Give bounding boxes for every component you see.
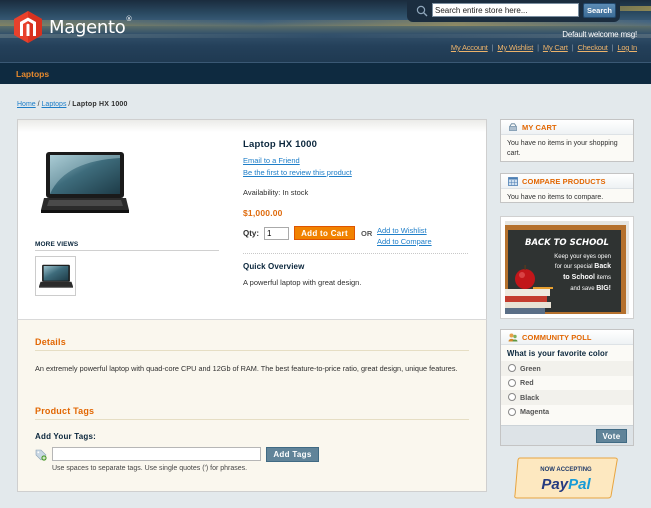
details-text: An extremely powerful laptop with quad-c… (35, 364, 458, 373)
paypal-logo-text: PayPal (541, 476, 591, 493)
tags-input[interactable] (52, 447, 261, 461)
community-poll-block: COMMUNITY POLL What is your favorite col… (500, 329, 634, 446)
banner-line: to School items (563, 274, 611, 281)
search-bar: Search (407, 0, 620, 22)
thumbnail-image (38, 264, 73, 288)
block-title: MY CART (522, 122, 557, 132)
product-name: Laptop HX 1000 (243, 139, 318, 150)
site-header: Magento® Search Default welcome msg! My … (0, 0, 651, 62)
banner-line: Keep your eyes open (554, 254, 611, 260)
poll-option-label: Black (520, 392, 540, 402)
breadcrumb: Home / Laptops / Laptop HX 1000 (17, 101, 128, 108)
qty-input[interactable] (264, 227, 289, 240)
divider (243, 253, 468, 254)
vote-button[interactable]: Vote (596, 429, 627, 443)
mini-cart-block: MY CART You have no items in your shoppi… (500, 119, 634, 162)
separator: | (571, 43, 574, 52)
breadcrumb-home[interactable]: Home (17, 101, 36, 108)
compare-products-block: COMPARE PRODUCTS You have no items to co… (500, 173, 634, 203)
poll-option-green[interactable]: Green (501, 361, 633, 376)
email-to-friend-link[interactable]: Email to a Friend (243, 156, 300, 165)
banner-heading: BACK TO SCHOOL (525, 238, 609, 248)
search-icon (416, 5, 428, 17)
paypal-tagline: NOW ACCEPTING (540, 467, 592, 473)
separator: | (537, 43, 539, 52)
block-title: COMMUNITY POLL (522, 332, 592, 342)
search-input[interactable] (432, 3, 579, 17)
poll-option-label: Magenta (520, 407, 550, 417)
compare-icon (508, 176, 518, 186)
block-header: COMMUNITY POLL (501, 330, 633, 345)
separator: | (491, 43, 494, 52)
my-account-link[interactable]: My Account (451, 43, 488, 52)
breadcrumb-category[interactable]: Laptops (42, 101, 67, 108)
checkout-link[interactable]: Checkout (578, 43, 608, 52)
banner-line: for our special Back (555, 263, 611, 270)
block-header: COMPARE PRODUCTS (501, 174, 633, 189)
add-tags-button[interactable]: Add Tags (266, 447, 319, 462)
poll-option-red[interactable]: Red (501, 376, 633, 391)
poll-actions: Vote (501, 425, 633, 445)
main-nav: Laptops (0, 62, 651, 84)
account-links: My Account | My Wishlist | My Cart | Checko… (451, 43, 637, 52)
product-thumbnail[interactable] (35, 256, 76, 296)
paypal-badge[interactable]: NOW ACCEPTING PayPal (514, 457, 618, 499)
product-essential: MORE VIEWS Laptop HX 1000 Email to a Fri… (17, 119, 487, 319)
write-review-link[interactable]: Be the first to review this product (243, 168, 352, 177)
poll-option-magenta[interactable]: Magenta (501, 405, 633, 420)
tag-add-icon (35, 449, 47, 461)
separator: | (611, 43, 614, 52)
logo[interactable]: Magento® (14, 11, 132, 43)
add-to-cart-button[interactable]: Add to Cart (294, 226, 355, 240)
logo-text: Magento® (49, 14, 133, 38)
nav-item-laptops[interactable]: Laptops (16, 69, 49, 79)
quick-overview-heading: Quick Overview (243, 262, 305, 271)
add-to-compare-link[interactable]: Add to Compare (377, 237, 432, 246)
tags-hint: Use spaces to separate tags. Use single … (52, 465, 248, 472)
details-heading: Details (35, 337, 469, 351)
back-to-school-banner[interactable]: BACK TO SCHOOL Keep your eyes open for o… (500, 216, 634, 319)
my-cart-link[interactable]: My Cart (543, 43, 568, 52)
poll-option-label: Red (520, 378, 534, 388)
welcome-message: Default welcome msg! (562, 30, 637, 39)
banner-image: BACK TO SCHOOL Keep your eyes open for o… (505, 221, 629, 314)
availability-status: Availability: In stock (243, 188, 309, 197)
poll-options: Green Red Black Magenta (501, 361, 633, 419)
product-tags-heading: Product Tags (35, 406, 469, 420)
quick-overview-text: A powerful laptop with great design. (243, 278, 362, 287)
poll-users-icon (508, 333, 518, 341)
cart-empty-message: You have no items in your shopping cart. (507, 140, 618, 157)
radio-button[interactable] (508, 364, 516, 373)
product-price: $1,000.00 (243, 208, 283, 218)
block-header: MY CART (501, 120, 633, 135)
qty-label: Qty: (243, 229, 259, 238)
add-tags-label: Add Your Tags: (35, 432, 97, 441)
compare-empty-message: You have no items to compare. (507, 194, 604, 201)
banner-line: and save BIG! (570, 285, 611, 292)
radio-button[interactable] (508, 407, 516, 416)
product-collateral: Details An extremely powerful laptop wit… (17, 319, 487, 492)
poll-option-black[interactable]: Black (501, 390, 633, 405)
add-to-wishlist-link[interactable]: Add to Wishlist (377, 226, 427, 235)
login-link[interactable]: Log In (617, 43, 637, 52)
breadcrumb-current: Laptop HX 1000 (72, 101, 128, 108)
product-image[interactable] (41, 150, 129, 216)
search-button[interactable]: Search (583, 3, 616, 18)
poll-question: What is your favorite color (507, 349, 609, 358)
or-label: OR (361, 229, 373, 238)
magento-logo-icon (14, 11, 42, 43)
block-title: COMPARE PRODUCTS (522, 176, 606, 186)
more-views-heading: MORE VIEWS (35, 241, 219, 251)
radio-button[interactable] (508, 378, 516, 387)
cart-icon (509, 122, 517, 131)
poll-option-label: Green (520, 363, 541, 373)
my-wishlist-link[interactable]: My Wishlist (497, 43, 533, 52)
radio-button[interactable] (508, 393, 516, 402)
